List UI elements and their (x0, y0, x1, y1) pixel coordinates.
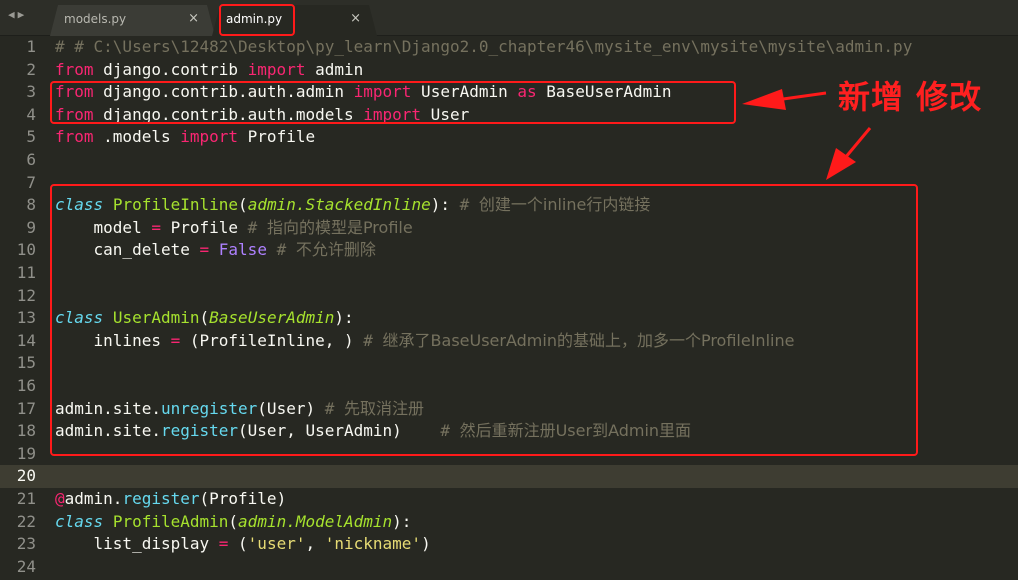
arrow-to-block (826, 127, 872, 180)
arrow-to-imports (742, 89, 827, 110)
annotation-arrows (742, 89, 872, 180)
